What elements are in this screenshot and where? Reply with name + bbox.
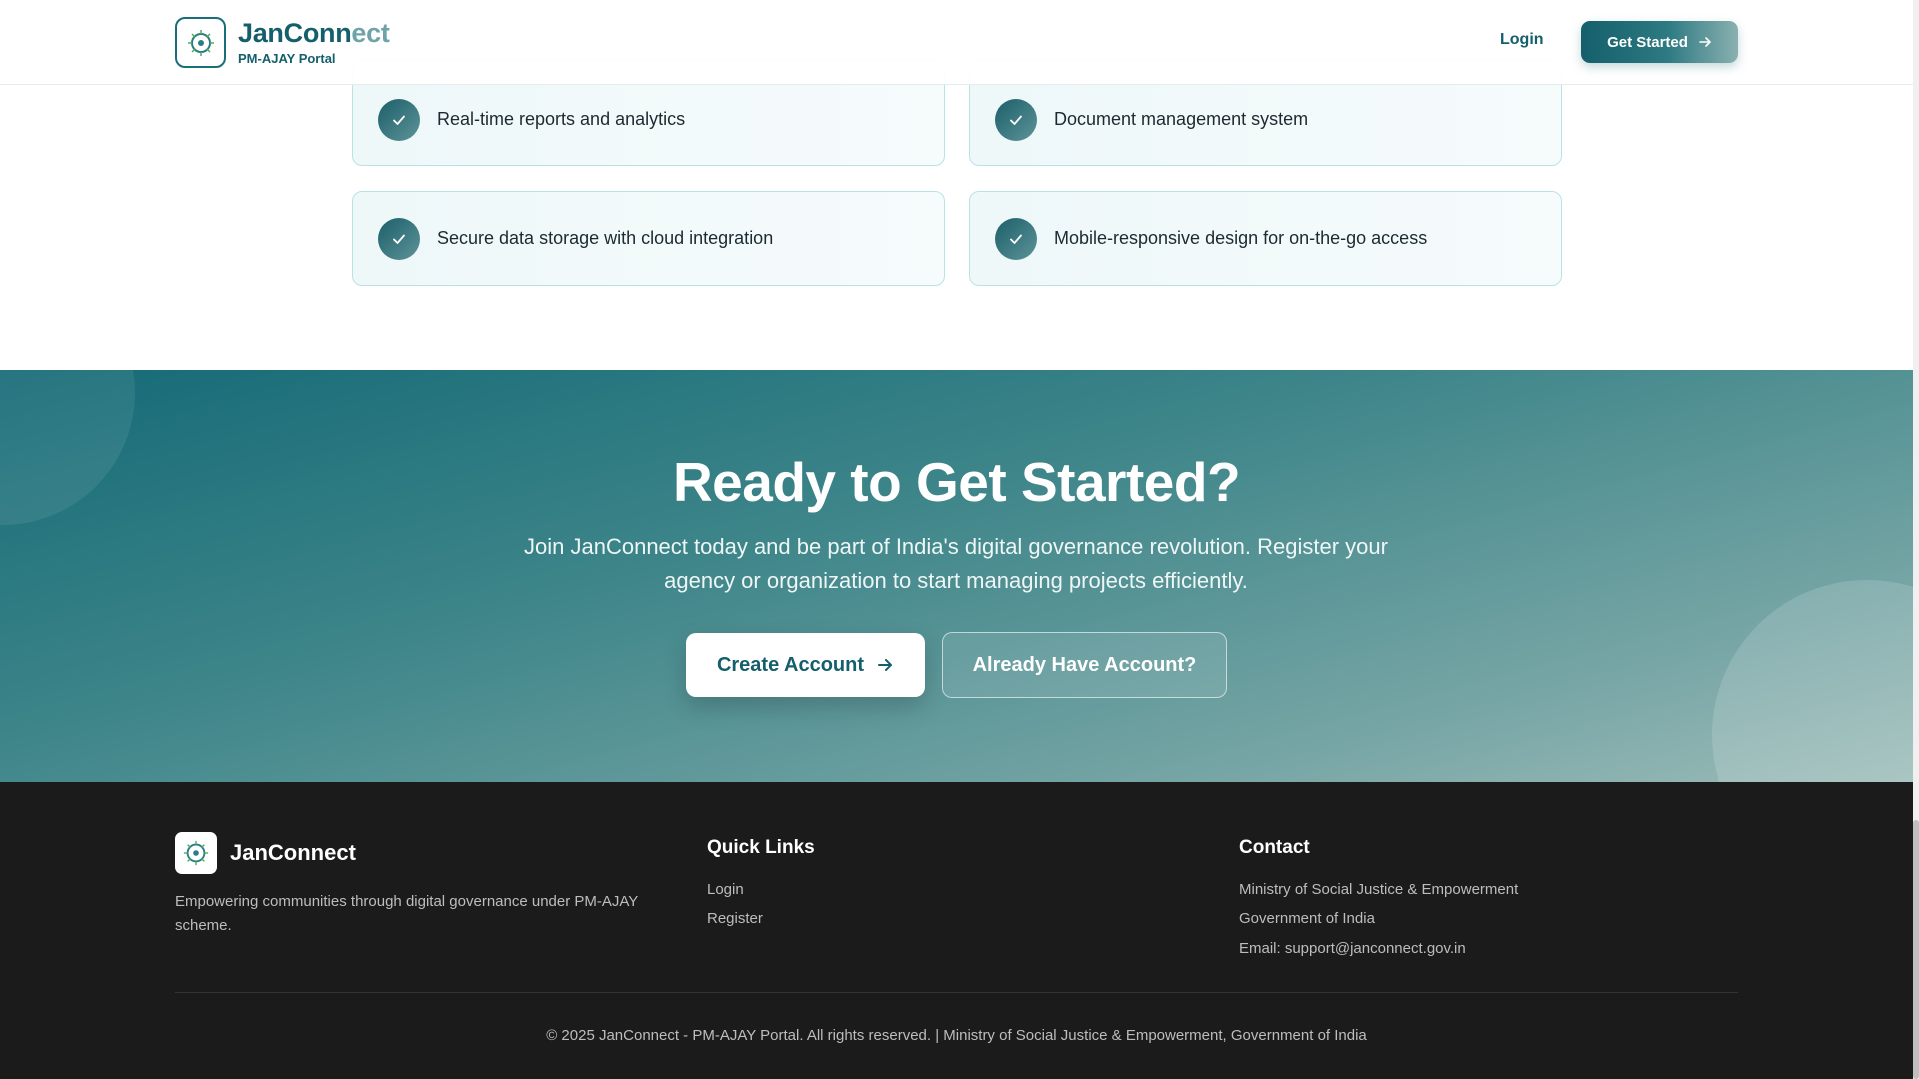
contact-ministry: Ministry of Social Justice & Empowerment [1239, 881, 1519, 898]
feature-label: Document management system [1054, 109, 1309, 129]
header-login-link[interactable]: Login [1500, 31, 1544, 49]
footer-description: Empowering communities through digital g… [175, 893, 639, 934]
logo-badge[interactable] [175, 17, 226, 68]
footer-copyright: © 2025 JanConnect - PM-AJAY Portal. All … [546, 1027, 1367, 1044]
brand-title-main: JanConn [238, 18, 352, 48]
contact-heading: Contact [1239, 837, 1310, 858]
brand-title-fade: ect [351, 18, 390, 48]
cta-description: Join JanConnect today and be part of Ind… [524, 534, 1388, 593]
arrow-right-icon [878, 659, 893, 671]
get-started-label: Get Started [1607, 33, 1688, 51]
already-have-account-button[interactable]: Already Have Account? [942, 632, 1227, 698]
footer-divider [175, 992, 1738, 993]
cta-title: Ready to Get Started? [672, 451, 1241, 513]
site-footer: JanConnect Empowering communities throug… [0, 782, 1913, 1079]
feature-label: Secure data storage with cloud integrati… [437, 228, 774, 248]
chakra-logo-icon [183, 840, 209, 866]
contact-email[interactable]: Email: support@janconnect.gov.in [1239, 940, 1466, 957]
feature-label: Mobile-responsive design for on-the-go a… [1054, 228, 1428, 248]
check-icon [995, 218, 1037, 260]
contact-government: Government of India [1239, 910, 1375, 927]
create-account-button[interactable]: Create Account [686, 633, 925, 697]
decorative-circle [1712, 580, 1913, 782]
site-header: JanConnect PM-AJAY Portal Login Get Star… [0, 0, 1913, 85]
brand-title[interactable]: JanConnect [238, 18, 390, 49]
brand-subtitle: PM-AJAY Portal [238, 51, 336, 66]
check-icon [378, 99, 420, 141]
cta-section: Ready to Get Started? Join JanConnect to… [0, 370, 1913, 782]
footer-link-register[interactable]: Register [707, 910, 763, 927]
footer-logo [175, 832, 217, 874]
chakra-logo-icon [187, 29, 214, 56]
scrollbar-thumb[interactable] [1913, 820, 1919, 1079]
footer-brand: JanConnect [230, 840, 356, 865]
quick-links-heading: Quick Links [707, 837, 815, 858]
arrow-right-icon [1699, 37, 1711, 47]
check-icon [378, 218, 420, 260]
footer-link-login[interactable]: Login [707, 881, 744, 898]
feature-label: Real-time reports and analytics [437, 109, 686, 129]
feature-card: Secure data storage with cloud integrati… [352, 191, 945, 286]
create-account-label: Create Account [716, 653, 865, 676]
get-started-button[interactable]: Get Started [1581, 21, 1738, 63]
feature-card: Mobile-responsive design for on-the-go a… [969, 191, 1562, 286]
check-icon [995, 99, 1037, 141]
